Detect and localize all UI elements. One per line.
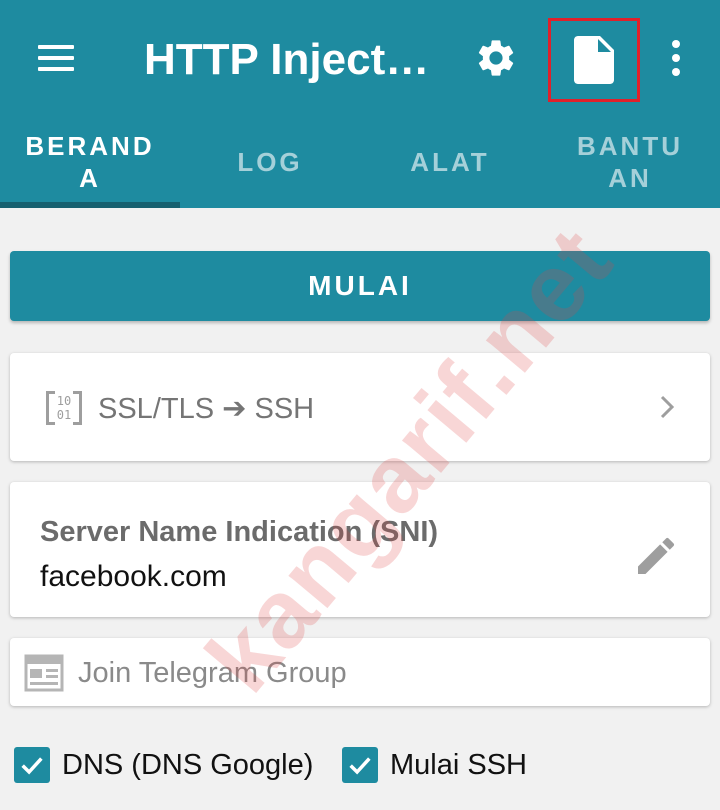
tab-tools[interactable]: ALAT <box>360 116 540 208</box>
active-tab-indicator <box>0 202 180 208</box>
tab-help[interactable]: BANTUAN <box>540 116 720 208</box>
check-icon <box>14 747 50 783</box>
more-vert-icon[interactable] <box>656 34 696 82</box>
tab-log[interactable]: LOG <box>180 116 360 208</box>
tunnel-mode-label: SSL/TLS ➔ SSH <box>98 393 315 425</box>
menu-icon[interactable] <box>30 34 82 82</box>
ssh-checkbox-label: Mulai SSH <box>390 748 527 781</box>
sni-value: facebook.com <box>40 560 227 593</box>
file-icon[interactable] <box>548 18 640 102</box>
sni-card[interactable]: Server Name Indication (SNI) facebook.co… <box>10 482 710 617</box>
sni-title: Server Name Indication (SNI) <box>40 516 439 548</box>
dns-checkbox-label: DNS (DNS Google) <box>62 748 314 781</box>
app-title: HTTP Inject… <box>144 35 430 84</box>
telegram-label: Join Telegram Group <box>78 657 347 689</box>
ssh-checkbox[interactable]: Mulai SSH <box>342 745 527 785</box>
gear-icon[interactable] <box>470 34 522 82</box>
app-bar: HTTP Inject… BERANDA LOG ALAT BANTUAN <box>0 0 720 208</box>
start-button[interactable]: MULAI <box>10 251 710 321</box>
pencil-icon[interactable] <box>632 532 680 580</box>
check-icon <box>342 747 378 783</box>
tab-home[interactable]: BERANDA <box>0 116 180 208</box>
tunnel-mode-card[interactable]: 10 01 SSL/TLS ➔ SSH <box>10 353 710 461</box>
binary-icon: 10 01 <box>46 391 82 425</box>
newspaper-icon <box>24 654 64 692</box>
chevron-right-icon <box>660 395 675 419</box>
telegram-card[interactable]: Join Telegram Group <box>10 638 710 706</box>
dns-checkbox[interactable]: DNS (DNS Google) <box>14 745 313 785</box>
